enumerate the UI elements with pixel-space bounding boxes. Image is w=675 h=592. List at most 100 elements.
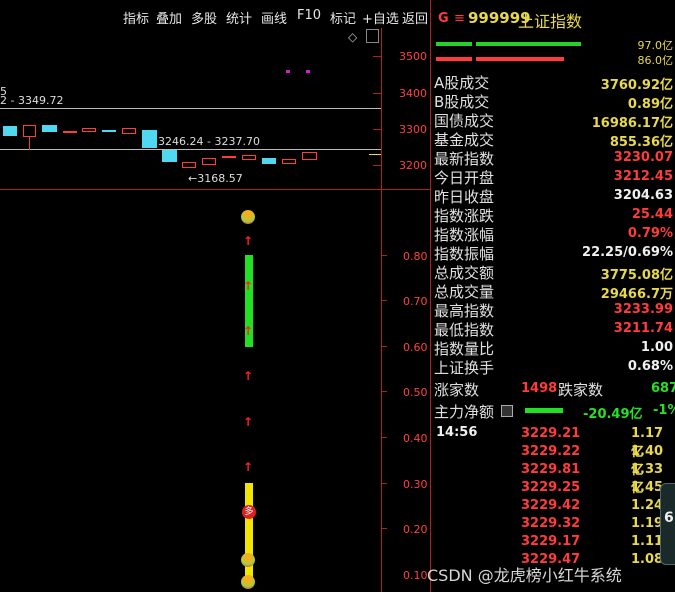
stat-value: 855.36亿	[609, 135, 673, 150]
candle	[122, 128, 136, 134]
sell-volume-bar	[476, 57, 564, 61]
stat-value: 3212.45	[613, 169, 673, 184]
stat-value: 0.68%	[627, 359, 673, 374]
range-label-mid: 3246.24 - 3237.70	[158, 135, 260, 148]
signal-dot	[286, 70, 290, 73]
price-axis-tick-line	[373, 165, 381, 166]
indicator-arrow-up: ↑	[243, 369, 254, 383]
indicator-arrow-up: ↑	[243, 324, 254, 338]
tick-volume: 1.19	[631, 516, 664, 531]
stat-label: 国债成交	[434, 112, 495, 130]
candle	[202, 158, 216, 165]
diamond-icon[interactable]: ◇	[348, 30, 357, 44]
duo-badge: 多	[242, 505, 256, 519]
indicator-bar-yellow	[245, 483, 253, 583]
candle	[42, 125, 57, 132]
main-force-label: 主力净额	[434, 403, 495, 421]
candle	[302, 152, 317, 160]
tick-price: 3229.32	[521, 516, 581, 531]
indicator-axis-label: 0.60	[403, 341, 428, 354]
chart-bottom-line	[0, 189, 431, 190]
menu-mark[interactable]: 标记	[330, 8, 356, 27]
indicator-arrow-up: ↑	[243, 234, 254, 248]
menu-f10[interactable]: F10	[297, 8, 321, 23]
stat-label: 指数量比	[434, 340, 495, 358]
sell-volume-bar	[436, 57, 472, 61]
indicator-axis-tick-line	[381, 391, 387, 392]
indicator-arrow-up: ↑	[243, 460, 254, 474]
side-widget-digit: 6	[664, 510, 674, 526]
price-axis-tick-line	[373, 129, 381, 130]
indicator-arrow-up: ↑	[243, 279, 254, 293]
menu-back[interactable]: 返回	[402, 8, 428, 27]
indicator-axis-label: 0.40	[403, 432, 428, 445]
stat-label: 昨日收盘	[434, 188, 495, 206]
menu-add-watchlist[interactable]: +自选	[362, 8, 399, 27]
tick-volume: 1.08	[631, 552, 664, 567]
buy-volume-bar	[436, 42, 472, 46]
main-force-value: -20.49亿	[583, 407, 643, 422]
candle	[262, 158, 276, 164]
menu-statistics[interactable]: 统计	[226, 8, 252, 27]
stat-value: 3230.07	[613, 150, 673, 165]
main-force-bar	[525, 408, 563, 413]
tick-volume: 1.24	[631, 498, 664, 513]
stat-value: 22.25/0.69%	[582, 245, 673, 260]
indicator-axis-label: 0.70	[403, 295, 428, 308]
stat-value: 3233.99	[613, 302, 673, 317]
vertical-divider	[381, 28, 382, 592]
indicator-axis-label: 0.80	[403, 250, 428, 263]
menu-overlay[interactable]: 叠加	[156, 8, 182, 27]
tick-price: 3229.22	[521, 444, 581, 459]
stat-value: 0.89亿	[627, 97, 673, 112]
price-axis-tick-line	[373, 93, 381, 94]
tick-volume: 1.45	[631, 480, 664, 495]
low-mark-label: ←3168.57	[188, 172, 243, 185]
stat-value: 1.00	[640, 340, 673, 355]
signal-cluster-icon	[241, 575, 255, 589]
candle	[102, 130, 116, 132]
buy-volume-value: 97.0亿	[637, 39, 674, 52]
candle	[222, 156, 236, 158]
indicator-axis-tick-line	[381, 483, 387, 484]
range-label-left: 2 - 3349.72	[0, 94, 64, 107]
stat-value: 29466.7万	[600, 287, 673, 302]
indicator-axis-tick-line	[381, 528, 387, 529]
candle	[142, 130, 157, 148]
price-axis-tick-line	[373, 56, 381, 57]
buy-volume-bar	[476, 42, 581, 46]
menu-indicators[interactable]: 指标	[123, 8, 149, 27]
signal-dot	[306, 70, 310, 73]
tick-price: 3229.42	[521, 498, 581, 513]
stat-label: 最新指数	[434, 150, 495, 168]
candle	[182, 162, 196, 168]
down-count-value: 687	[651, 381, 675, 396]
down-count-label: 跌家数	[558, 381, 604, 399]
sell-volume-value: 86.0亿	[637, 54, 674, 67]
menu-multi-stock[interactable]: 多股	[191, 8, 217, 27]
price-axis-label: 3300	[399, 123, 427, 136]
stat-label: 指数涨幅	[434, 226, 495, 244]
stat-value: 3211.74	[613, 321, 673, 336]
stat-label: 指数振幅	[434, 245, 495, 263]
stat-label: B股成交	[434, 93, 490, 111]
tick-price: 3229.25	[521, 480, 581, 495]
stat-label: 最低指数	[434, 321, 495, 339]
panel-toggle-icon[interactable]	[366, 29, 379, 43]
tick-price: 3229.81	[521, 462, 581, 477]
stat-value: 16986.17亿	[591, 116, 673, 131]
panel-divider	[430, 0, 431, 592]
indicator-arrow-up: ↑	[243, 415, 254, 429]
stat-label: A股成交	[434, 74, 490, 92]
indicator-axis-tick-line	[381, 346, 387, 347]
main-force-icon[interactable]	[501, 405, 513, 417]
candle	[282, 159, 296, 164]
candle	[3, 126, 17, 136]
stat-value: 0.79%	[627, 226, 673, 241]
menu-icon[interactable]: ≡	[454, 11, 465, 26]
menu-draw-line[interactable]: 画线	[261, 8, 287, 27]
stat-label: 指数涨跌	[434, 207, 495, 225]
indicator-axis-tick-line	[381, 437, 387, 438]
stat-label: 最高指数	[434, 302, 495, 320]
tick-price: 3229.21	[521, 426, 581, 441]
